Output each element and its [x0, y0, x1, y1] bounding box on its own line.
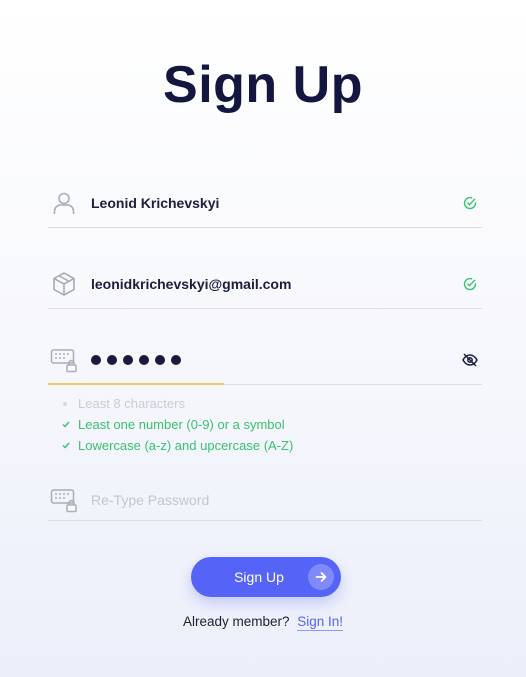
email-underline	[48, 308, 482, 309]
rule-item: Least 8 characters	[62, 393, 293, 414]
box-icon	[50, 270, 78, 298]
page-title: Sign Up	[163, 56, 363, 114]
name-value: Leonid Krichevskyi	[91, 195, 220, 211]
bullet-icon	[62, 401, 78, 406]
eye-off-icon[interactable]	[462, 352, 478, 368]
rule-text: Least 8 characters	[78, 396, 185, 411]
already-member-text: Already member?	[182, 614, 290, 629]
rule-item: Least one number (0-9) or a symbol	[62, 414, 293, 435]
password-value	[91, 355, 181, 365]
arrow-right-icon	[308, 564, 334, 590]
check-icon	[62, 421, 78, 428]
password-rules: Least 8 characters Least one number (0-9…	[62, 393, 293, 456]
user-icon	[50, 189, 78, 217]
email-value: leonidkrichevskyi@gmail.com	[91, 276, 292, 292]
password-field[interactable]	[48, 335, 482, 385]
rule-item: Lowercase (a-z) and upcercase (A-Z)	[62, 435, 293, 456]
name-underline	[48, 227, 482, 228]
check-circle-icon	[462, 276, 478, 292]
sign-in-link[interactable]: Sign In!	[297, 614, 344, 631]
retype-underline	[48, 520, 482, 521]
keyboard-lock-icon	[50, 346, 78, 374]
sign-up-button[interactable]: Sign Up	[191, 557, 341, 597]
check-icon	[62, 442, 78, 449]
email-field[interactable]: leonidkrichevskyi@gmail.com	[48, 259, 482, 309]
rule-text: Lowercase (a-z) and upcercase (A-Z)	[78, 438, 294, 453]
retype-placeholder: Re-Type Password	[91, 491, 210, 508]
rule-text: Least one number (0-9) or a symbol	[78, 417, 285, 432]
name-field[interactable]: Leonid Krichevskyi	[48, 178, 482, 228]
already-member-line: Already member? Sign In!	[0, 614, 526, 631]
password-strength-bar	[48, 383, 224, 385]
sign-up-label: Sign Up	[234, 569, 284, 585]
retype-password-field[interactable]: Re-Type Password	[48, 478, 482, 521]
check-circle-icon	[462, 195, 478, 211]
keyboard-lock-icon	[50, 486, 78, 514]
